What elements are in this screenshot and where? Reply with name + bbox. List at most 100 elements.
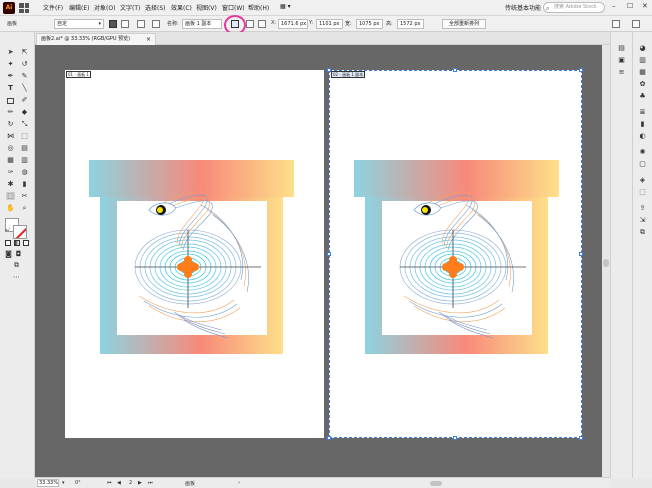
export-icon[interactable]: ⇲: [638, 216, 647, 224]
vertical-scrollbar[interactable]: [602, 45, 610, 477]
curvature-tool-icon[interactable]: ✎: [20, 72, 29, 80]
selection-tool-icon[interactable]: ➤: [6, 48, 15, 56]
rearrange-all-button[interactable]: 全部重新排列: [442, 19, 486, 29]
layers-panel-icon[interactable]: ◈: [638, 176, 647, 184]
slice-tool-icon[interactable]: ✂: [20, 192, 29, 200]
shape-builder-tool-icon[interactable]: ◎: [6, 144, 15, 152]
zoom-field[interactable]: 33.33%: [37, 479, 59, 487]
blend-tool-icon[interactable]: ◍: [20, 168, 29, 176]
color-guide-icon[interactable]: ▥: [638, 56, 647, 64]
close-window-button[interactable]: ✕: [642, 2, 648, 10]
shaper-tool-icon[interactable]: ✏: [6, 108, 15, 116]
panel-toggle-icon[interactable]: [632, 20, 640, 28]
artwork-1[interactable]: [65, 70, 324, 438]
width-tool-icon[interactable]: ⋈: [6, 132, 15, 140]
rotation-value[interactable]: 0°: [75, 480, 81, 486]
swap-colors-icon[interactable]: ⤾: [3, 226, 12, 234]
draw-behind-icon[interactable]: ◘: [14, 250, 23, 258]
menu-help[interactable]: 帮助(H): [248, 3, 269, 12]
none-mode-icon[interactable]: [23, 240, 29, 246]
close-icon[interactable]: ×: [146, 34, 151, 45]
paintbrush-tool-icon[interactable]: ✐: [20, 96, 29, 104]
x-field[interactable]: 1671.6 px: [278, 19, 308, 29]
height-field[interactable]: 1572 px: [397, 19, 424, 29]
canvas[interactable]: 01 - 画板 1 02 - 画板 1 副本: [35, 45, 610, 477]
selection-handle[interactable]: [579, 436, 583, 440]
artboard-options-icon[interactable]: [246, 20, 254, 28]
type-tool-icon[interactable]: T: [6, 84, 15, 92]
menu-type[interactable]: 文字(T): [120, 3, 140, 12]
vertical-scrollbar-thumb[interactable]: [603, 259, 609, 267]
selection-handle[interactable]: [579, 68, 583, 72]
reference-point-icon[interactable]: [258, 20, 266, 28]
document-tab[interactable]: 画板2.ai* @ 33.33% (RGB/GPU 预览) ×: [36, 33, 156, 45]
rectangle-tool-icon[interactable]: [7, 98, 14, 104]
zoom-tool-icon[interactable]: ⌕: [20, 204, 29, 212]
magic-wand-tool-icon[interactable]: ✦: [6, 60, 15, 68]
links-icon[interactable]: ⧉: [638, 228, 647, 236]
workspace-grid-icon[interactable]: [19, 3, 29, 13]
direct-selection-tool-icon[interactable]: ⇱: [20, 48, 29, 56]
layers-icon[interactable]: ≡: [617, 68, 626, 76]
eraser-tool-icon[interactable]: ◆: [20, 108, 29, 116]
artboard-next-icon[interactable]: ▶: [138, 480, 142, 486]
hand-tool-icon[interactable]: ✋: [6, 204, 15, 212]
width-field[interactable]: 1075 px: [356, 19, 383, 29]
lasso-tool-icon[interactable]: ↺: [20, 60, 29, 68]
artboards-panel-icon[interactable]: ⬚: [638, 188, 647, 196]
gradient-panel-icon[interactable]: ▮: [638, 120, 647, 128]
stock-search-input[interactable]: ⌕ 搜索 Adobe Stock: [543, 2, 605, 13]
menu-effect[interactable]: 效果(C): [171, 3, 192, 12]
graphic-styles-icon[interactable]: ▢: [638, 160, 647, 168]
preset-dropdown[interactable]: 自定 ▾: [54, 19, 104, 29]
artboard-name-field[interactable]: 画板 1 副本: [182, 19, 222, 29]
line-tool-icon[interactable]: ╲: [20, 84, 29, 92]
workspace-switcher[interactable]: 传统基本功能 ▾: [505, 3, 546, 12]
screen-mode-icon[interactable]: ⧉: [12, 261, 21, 269]
asset-export-icon[interactable]: ⇪: [638, 204, 647, 212]
gradient-mode-icon[interactable]: [14, 240, 20, 246]
more-tools-icon[interactable]: ⋯: [12, 273, 21, 281]
menu-edit[interactable]: 编辑(E): [69, 3, 89, 12]
arrange-documents-icon[interactable]: ▦ ▾: [280, 3, 291, 10]
artboard-first-icon[interactable]: ⏮: [107, 480, 112, 486]
column-graph-tool-icon[interactable]: ▮: [20, 180, 29, 188]
artboard-prev-icon[interactable]: ◀: [117, 480, 121, 486]
new-artboard-icon[interactable]: [137, 20, 145, 28]
libraries-icon[interactable]: ▣: [617, 56, 626, 64]
stroke-panel-icon[interactable]: ≣: [638, 108, 647, 116]
draw-normal-icon[interactable]: ◙: [4, 250, 13, 258]
brushes-icon[interactable]: ✿: [638, 80, 647, 88]
menu-file[interactable]: 文件(F): [43, 3, 63, 12]
menu-object[interactable]: 对象(O): [94, 3, 115, 12]
minimize-button[interactable]: –: [612, 2, 616, 10]
mesh-tool-icon[interactable]: ▦: [6, 156, 15, 164]
selection-handle[interactable]: [579, 252, 583, 256]
rotate-tool-icon[interactable]: ↻: [6, 120, 15, 128]
status-expand-icon[interactable]: ›: [238, 480, 240, 486]
transparency-icon[interactable]: ◐: [638, 132, 647, 140]
selection-handle[interactable]: [327, 436, 331, 440]
free-transform-tool-icon[interactable]: ⬚: [20, 132, 29, 140]
artboard-last-icon[interactable]: ⏭: [148, 480, 153, 486]
scale-tool-icon[interactable]: ⤡: [20, 120, 29, 128]
symbol-sprayer-tool-icon[interactable]: ✱: [6, 180, 15, 188]
color-icon[interactable]: ◕: [638, 44, 647, 52]
maximize-button[interactable]: ☐: [627, 2, 633, 10]
symbols-icon[interactable]: ♣: [638, 92, 647, 100]
zoom-dropdown-icon[interactable]: ▾: [62, 480, 65, 486]
artboard-number[interactable]: 2: [129, 480, 132, 486]
landscape-orientation-icon[interactable]: [121, 20, 129, 28]
selection-handle[interactable]: [453, 436, 457, 440]
horizontal-scrollbar-thumb[interactable]: [430, 481, 442, 486]
panel-menu-icon[interactable]: [612, 20, 620, 28]
menu-view[interactable]: 视图(V): [196, 3, 217, 12]
menu-select[interactable]: 选择(S): [145, 3, 166, 12]
menu-window[interactable]: 窗口(W): [222, 3, 245, 12]
color-mode-icon[interactable]: [5, 240, 11, 246]
delete-artboard-icon[interactable]: [152, 20, 160, 28]
artboard-tool-icon[interactable]: ⬚: [6, 192, 15, 200]
stroke-swatch[interactable]: [13, 225, 27, 239]
gradient-tool-icon[interactable]: ▥: [20, 156, 29, 164]
perspective-grid-tool-icon[interactable]: ▤: [20, 144, 29, 152]
